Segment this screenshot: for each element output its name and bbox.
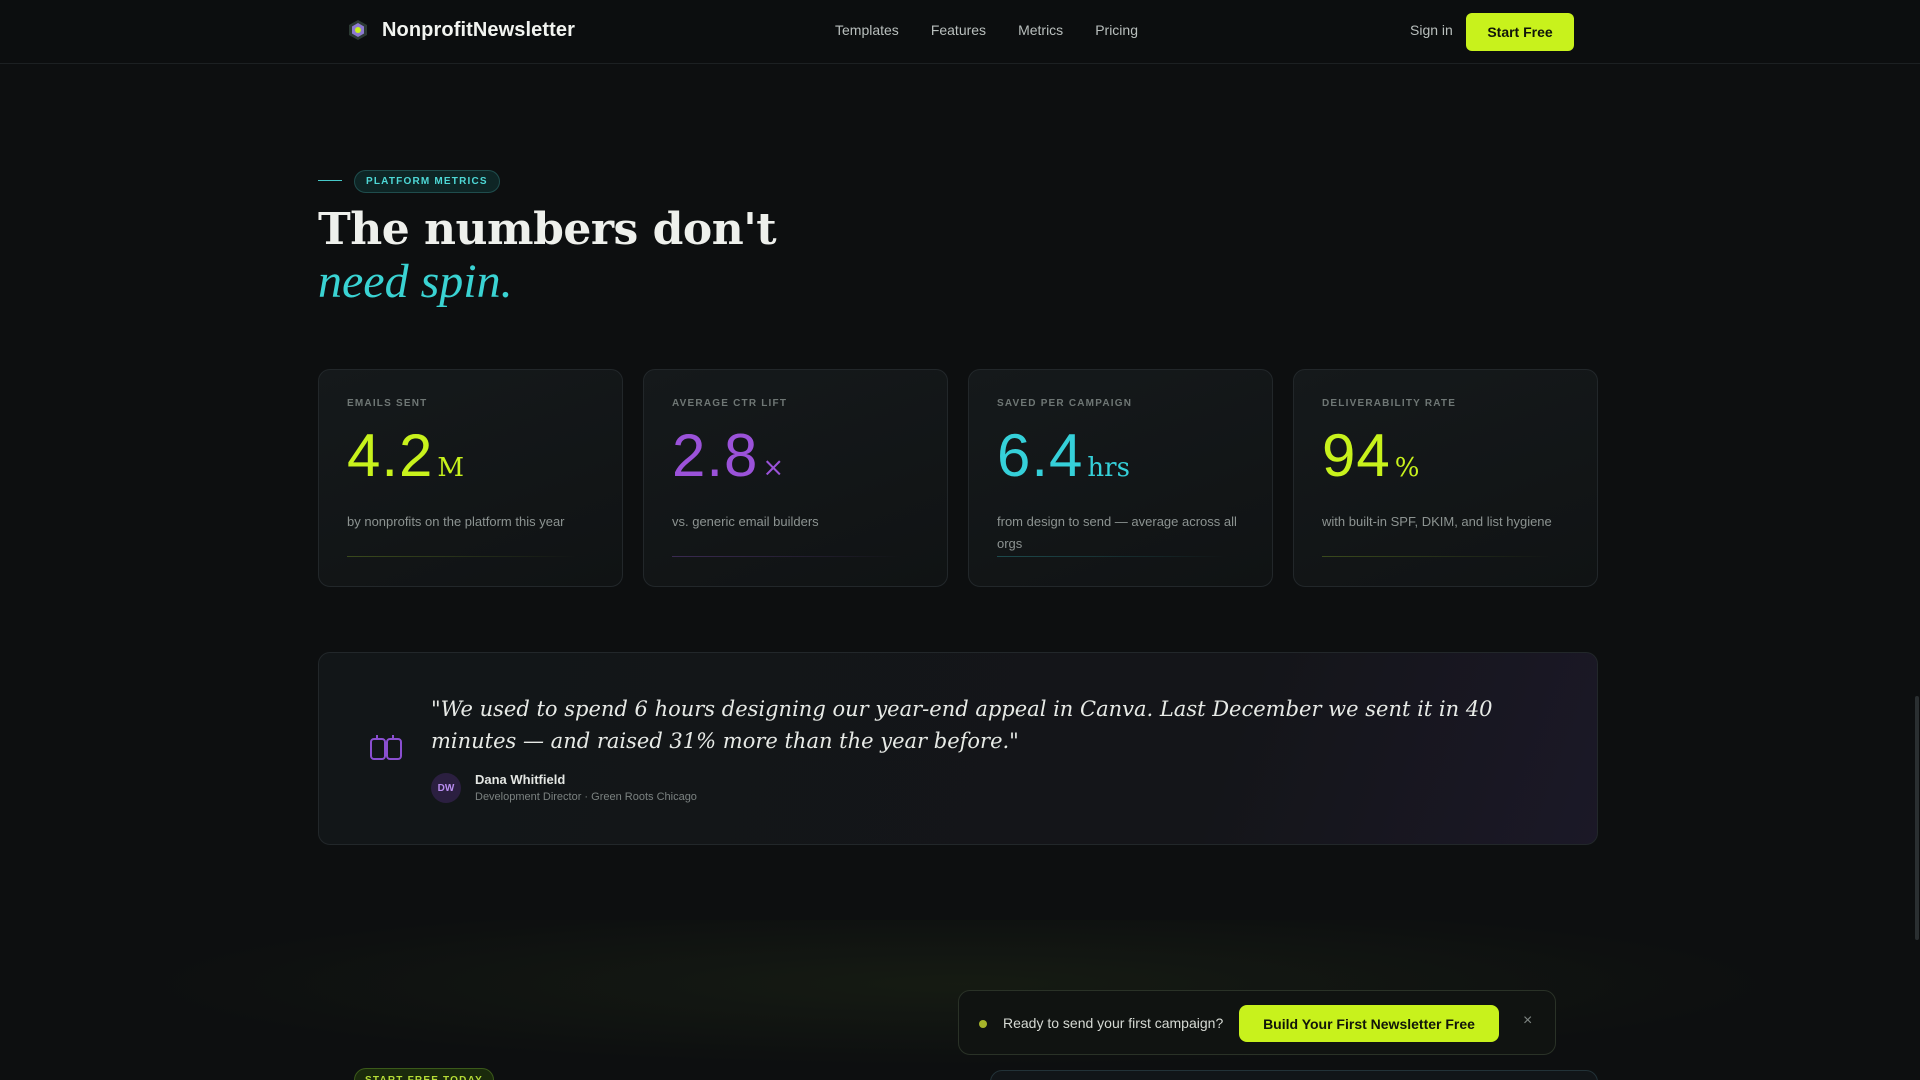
metric-card-time-saved: SAVED PER CAMPAIGN 6.4 hrs from design t…	[968, 369, 1273, 587]
metric-description: from design to send — average across all…	[997, 514, 1237, 551]
next-section-panel	[990, 1070, 1598, 1080]
metric-description: by nonprofits on the platform this year	[347, 514, 565, 529]
metric-value: 94	[1322, 422, 1391, 489]
metric-card-deliverability: DELIVERABILITY RATE 94 % with built-in S…	[1293, 369, 1598, 587]
metric-divider	[997, 556, 1227, 557]
testimonial-card: "We used to spend 6 hours designing our …	[318, 652, 1598, 845]
avatar: DW	[431, 773, 461, 803]
brand-logo-icon	[349, 20, 367, 40]
page-scrollbar[interactable]	[1915, 696, 1919, 940]
eyebrow-divider	[318, 180, 342, 181]
metric-unit: %	[1394, 453, 1420, 483]
metric-value-row: 2.8 ×	[672, 425, 919, 487]
metric-value-row: 4.2 M	[347, 425, 594, 487]
metric-label: AVERAGE CTR LIFT	[672, 398, 788, 409]
metric-card-ctr-lift: AVERAGE CTR LIFT 2.8 × vs. generic email…	[643, 369, 948, 587]
metric-value: 2.8	[672, 422, 759, 489]
metric-divider	[672, 556, 902, 557]
next-section-badge: START FREE TODAY	[354, 1068, 494, 1080]
metric-card-emails-sent: EMAILS SENT 4.2 M by nonprofits on the p…	[318, 369, 623, 587]
quote-icon	[370, 735, 402, 760]
sticky-cta-bar: Ready to send your first campaign? Build…	[958, 990, 1556, 1055]
testimonial-author-name: Dana Whitfield	[475, 772, 566, 787]
section-title: The numbers don't	[318, 204, 777, 255]
nav-link-features[interactable]: Features	[931, 22, 986, 38]
top-navbar: NonprofitNewsletter Templates Features M…	[0, 0, 1920, 64]
testimonial-author-role: Development Director · Green Roots Chica…	[475, 791, 697, 803]
metric-divider	[347, 556, 577, 557]
close-icon[interactable]: ×	[1523, 1012, 1532, 1030]
metric-description: vs. generic email builders	[672, 514, 819, 529]
metric-description: with built-in SPF, DKIM, and list hygien…	[1322, 514, 1552, 529]
metric-label: EMAILS SENT	[347, 398, 428, 409]
testimonial-quote: "We used to spend 6 hours designing our …	[431, 697, 1493, 753]
metric-value: 4.2	[347, 422, 434, 489]
metric-unit: M	[437, 453, 465, 483]
metric-label: SAVED PER CAMPAIGN	[997, 398, 1133, 409]
nav-link-pricing[interactable]: Pricing	[1095, 22, 1138, 38]
metric-label: DELIVERABILITY RATE	[1322, 398, 1457, 409]
build-newsletter-button[interactable]: Build Your First Newsletter Free	[1239, 1005, 1499, 1042]
brand[interactable]: NonprofitNewsletter	[346, 18, 575, 42]
primary-nav: Templates Features Metrics Pricing	[835, 22, 1138, 38]
metric-value: 6.4	[997, 422, 1084, 489]
sign-in-link[interactable]: Sign in	[1410, 22, 1453, 38]
metric-unit: ×	[762, 453, 785, 483]
nav-link-templates[interactable]: Templates	[835, 22, 899, 38]
status-dot-icon	[979, 1020, 987, 1028]
section-eyebrow-badge: PLATFORM METRICS	[354, 170, 500, 193]
metric-value-row: 94 %	[1322, 425, 1569, 487]
cta-prompt-text: Ready to send your first campaign?	[1003, 1015, 1224, 1031]
brand-name: NonprofitNewsletter	[382, 18, 576, 41]
metric-value-row: 6.4 hrs	[997, 425, 1244, 487]
metric-divider	[1322, 556, 1552, 557]
nav-link-metrics[interactable]: Metrics	[1018, 22, 1063, 38]
section-title-emphasis: need spin.	[318, 255, 513, 308]
start-free-button[interactable]: Start Free	[1466, 13, 1574, 51]
metric-unit: hrs	[1087, 453, 1130, 483]
